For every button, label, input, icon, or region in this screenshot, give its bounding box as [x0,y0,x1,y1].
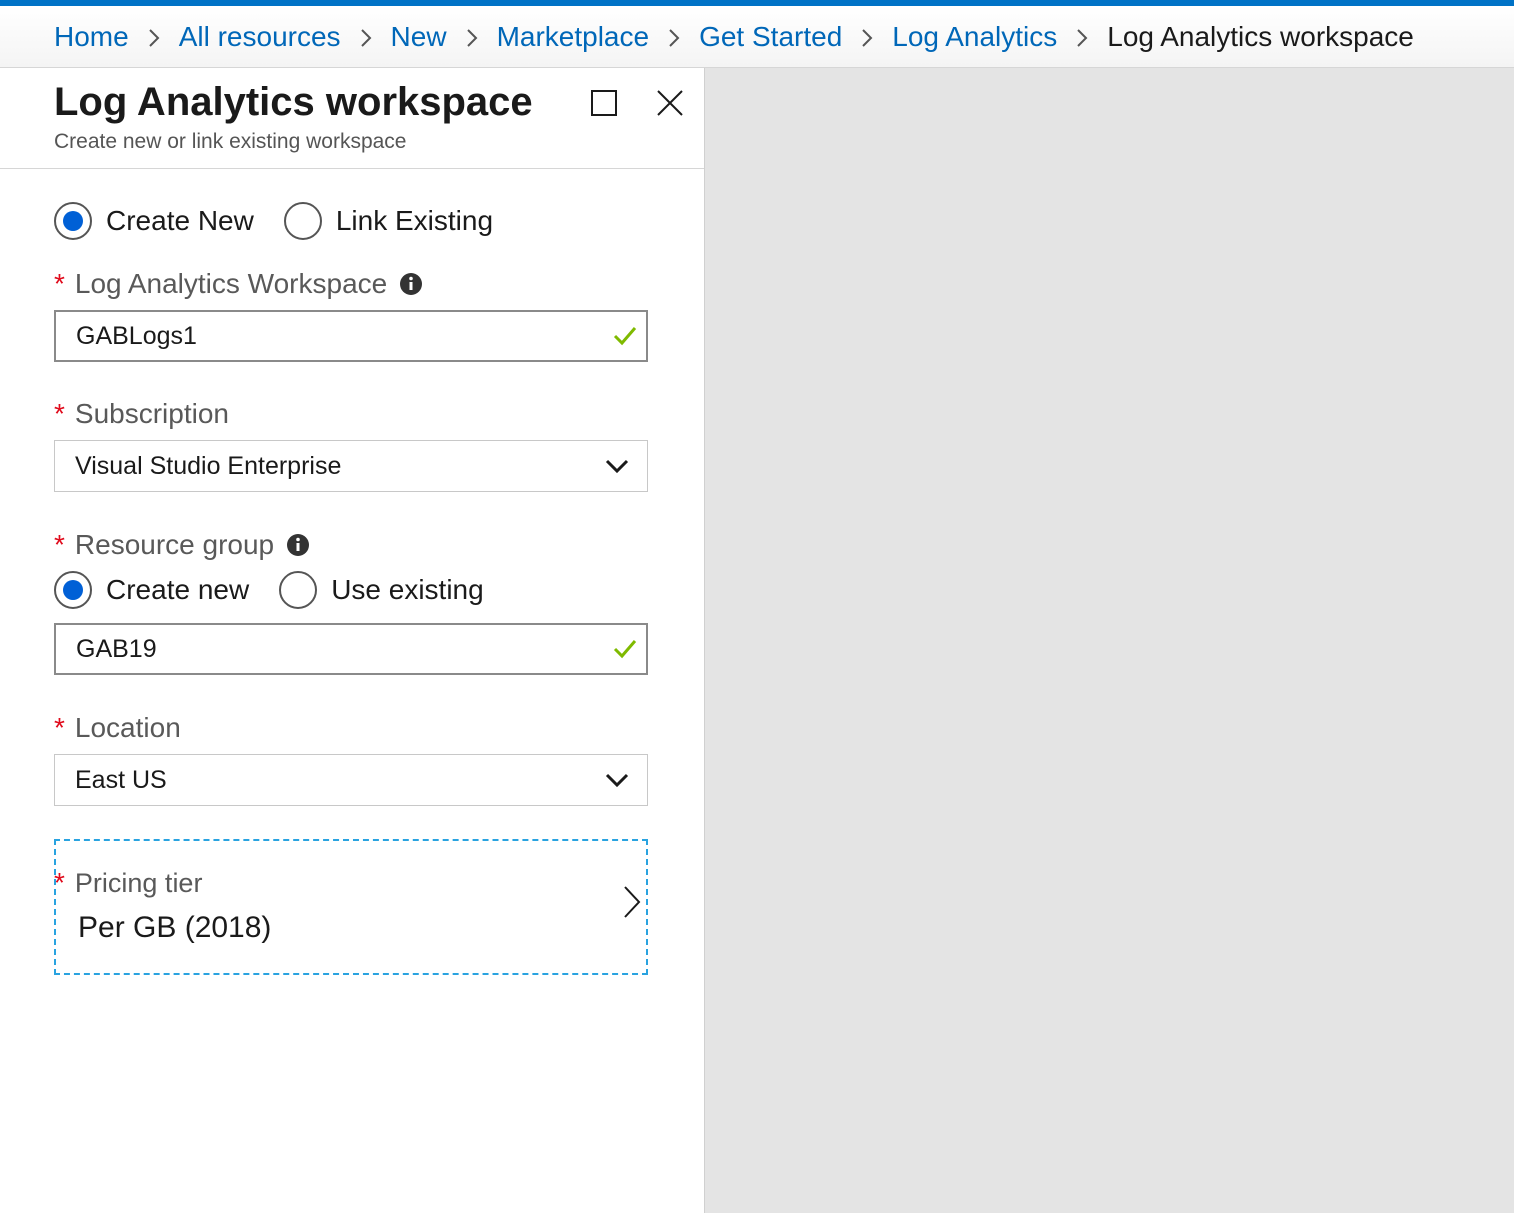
breadcrumb: Home All resources New Marketplace Get S… [0,6,1514,68]
resource-group-input[interactable]: GAB19 [54,623,648,675]
required-marker: * [54,867,65,898]
blade-title: Log Analytics workspace [54,80,533,124]
breadcrumb-item-all-resources[interactable]: All resources [179,21,341,53]
location-label: * Location [54,712,181,744]
pricing-tier-label: * Pricing tier [54,867,202,899]
blade-subtitle: Create new or link existing workspace [54,130,407,153]
chevron-right-icon [842,21,892,52]
resource-group-label: * Resource group [54,529,310,561]
pricing-tier-selector[interactable]: * Pricing tier Per GB (2018) [54,839,648,975]
chevron-right-icon [447,21,497,52]
radio-button-selected [54,202,92,240]
chevron-down-icon [605,772,629,788]
radio-rg-use-existing-label: Use existing [331,574,484,605]
checkmark-icon [612,325,638,347]
breadcrumb-current: Log Analytics workspace [1107,20,1414,52]
resource-group-label-text: Resource group [74,529,275,560]
breadcrumb-item-home[interactable]: Home [54,21,129,53]
radio-link-existing-label: Link Existing [335,205,494,236]
subscription-dropdown[interactable]: Visual Studio Enterprise [54,440,648,492]
radio-rg-create-new-label: Create new [106,574,250,605]
radio-button-selected [54,571,92,609]
breadcrumb-item-get-started[interactable]: Get Started [699,21,842,53]
workspace-name-label: * Log Analytics Workspace [54,268,423,300]
workspace-name-input[interactable]: GABLogs1 [54,310,648,362]
subscription-label: * Subscription [54,398,229,430]
location-value: East US [75,765,167,794]
chevron-right-icon [341,21,391,52]
chevron-right-icon [1057,21,1107,52]
required-marker: * [54,529,65,560]
workspace-name-value: GABLogs1 [76,321,197,350]
required-marker: * [54,712,65,743]
info-icon[interactable] [399,272,423,296]
workspace-mode-radio-group: Create New Link Existing [54,202,523,240]
location-label-text: Location [74,712,181,743]
workspace-name-label-text: Log Analytics Workspace [74,268,388,299]
close-icon [657,90,683,116]
breadcrumb-item-log-analytics[interactable]: Log Analytics [892,21,1057,53]
radio-rg-use-existing[interactable]: Use existing [279,571,484,609]
maximize-icon [591,90,617,116]
chevron-right-icon [622,885,642,919]
chevron-right-icon [649,21,699,52]
breadcrumb-item-new[interactable]: New [391,21,447,53]
breadcrumb-item-marketplace[interactable]: Marketplace [497,21,650,53]
resource-group-value: GAB19 [76,634,157,663]
required-marker: * [54,268,65,299]
location-dropdown[interactable]: East US [54,754,648,806]
radio-button-unselected [279,571,318,609]
resource-group-radio-group: Create new Use existing [54,571,514,609]
radio-create-new[interactable]: Create New [54,202,254,240]
subscription-value: Visual Studio Enterprise [75,451,342,480]
chevron-right-icon [129,21,179,52]
log-analytics-workspace-blade: Log Analytics workspace Create new or li… [0,68,704,1213]
maximize-button[interactable] [587,86,621,120]
radio-rg-create-new[interactable]: Create new [54,571,249,609]
pricing-tier-value: Per GB (2018) [78,911,272,944]
pricing-tier-label-text: Pricing tier [74,867,203,898]
radio-link-existing[interactable]: Link Existing [283,202,494,240]
radio-button-unselected [283,202,322,240]
empty-content-pane [704,68,1514,1213]
info-icon[interactable] [286,533,310,557]
blade-header: Log Analytics workspace Create new or li… [0,68,704,169]
checkmark-icon [612,638,638,660]
close-button[interactable] [653,86,687,120]
subscription-label-text: Subscription [74,398,229,429]
required-marker: * [54,398,65,429]
radio-create-new-label: Create New [106,205,254,236]
chevron-down-icon [605,458,629,474]
